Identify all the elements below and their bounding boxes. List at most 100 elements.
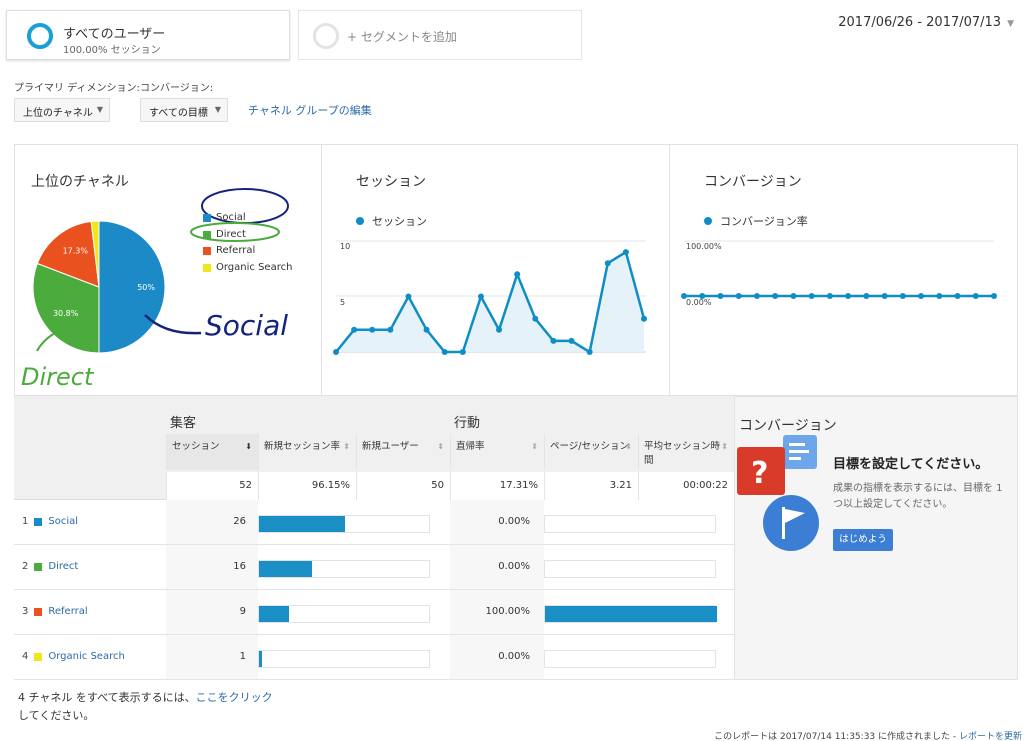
col-new-users[interactable]: 新規ユーザー ⬍ [356, 434, 450, 470]
sessions-chart: 10 5 [333, 240, 647, 355]
group-acquisition: 集客 [170, 416, 197, 431]
conversion-point[interactable] [972, 293, 979, 299]
legend-social[interactable]: Social [203, 212, 246, 223]
col-avg-session-time[interactable]: 平均セッション時間 ⬍ [638, 434, 734, 470]
sort-icon: ⬍ [625, 442, 632, 451]
conversion-label: コンバージョン: [140, 83, 214, 94]
conversion-point[interactable] [772, 293, 779, 299]
channel-swatch [34, 562, 43, 571]
col-bounce-rate[interactable]: 直帰率 ⬍ [450, 434, 544, 470]
goal-illustration-icon: ? [737, 435, 819, 551]
conversion-point[interactable] [881, 293, 888, 299]
row-number: 2 [22, 561, 29, 572]
bounce-bar [544, 605, 717, 623]
conversion-point[interactable] [681, 293, 687, 299]
pie-slice-label: 30.8% [53, 309, 79, 318]
sessions-point[interactable] [586, 349, 593, 355]
bar-fill [259, 561, 312, 577]
report-note-text: このレポートは 2017/07/14 11:35:33 に作成されました - [714, 732, 959, 741]
sessions-point[interactable] [514, 271, 521, 278]
sessions-point[interactable] [423, 326, 430, 333]
start-button[interactable]: はじめよう [833, 529, 893, 551]
conversion-point[interactable] [753, 293, 760, 299]
sessions-point[interactable] [333, 349, 339, 355]
channel-table: 集客 行動 セッション ⬇ 新規セッション率 ⬍ 新規ユーザー ⬍ 直帰率 ⬍ ページ/… [14, 396, 734, 680]
conversion-point[interactable] [899, 293, 906, 299]
legend-organic[interactable]: Organic Search [203, 262, 292, 273]
sessions-point[interactable] [351, 326, 358, 333]
caret-down-icon: ▼ [1007, 19, 1014, 29]
sort-icon: ⬍ [343, 442, 350, 451]
pie-slice-social[interactable] [98, 220, 166, 354]
channel-link[interactable]: Organic Search [48, 651, 124, 662]
sessions-point[interactable] [441, 349, 448, 355]
conversion-point[interactable] [790, 293, 797, 299]
primary-dimension-dropdown[interactable]: 上位のチャネル ▼ [14, 98, 110, 122]
conversion-point[interactable] [699, 293, 706, 299]
pie-slice-label: 17.3% [63, 247, 89, 256]
sessions-cell: 1 [239, 651, 246, 662]
conversion-point[interactable] [826, 293, 833, 299]
y-tick-label: 0.00% [686, 298, 712, 307]
bar-fill [545, 606, 717, 622]
add-segment-button[interactable]: + セグメントを追加 [298, 10, 582, 60]
sessions-point[interactable] [387, 326, 394, 333]
col-sessions[interactable]: セッション ⬇ [166, 434, 258, 470]
channel-link[interactable]: Referral [48, 606, 87, 617]
conversion-point[interactable] [991, 293, 997, 299]
conversion-point[interactable] [808, 293, 815, 299]
bar-fill [259, 606, 289, 622]
sessions-point[interactable] [622, 249, 629, 256]
sessions-point[interactable] [550, 337, 557, 344]
row-number: 3 [22, 606, 29, 617]
col-label: セッション [172, 441, 220, 452]
total-new-users: 50 [356, 472, 450, 500]
date-range-picker[interactable]: 2017/06/26 - 2017/07/13 ▼ [834, 13, 1018, 32]
legend-referral[interactable]: Referral [203, 245, 255, 256]
sort-icon: ⬍ [437, 442, 444, 451]
sessions-point[interactable] [568, 337, 575, 344]
channel-swatch [34, 652, 43, 661]
conversion-point[interactable] [845, 293, 852, 299]
goal-text: 成果の指標を表示するには、目標を 1 つ以上設定してください。 [833, 483, 1003, 510]
table-row: 4 Organic Search 1 0.00% [14, 635, 734, 680]
segment-ring-icon [27, 23, 53, 49]
conversion-point[interactable] [735, 293, 742, 299]
bounce-bar [544, 650, 716, 668]
channel-name-cell: 4 Organic Search [22, 651, 125, 662]
annotation-direct: Direct [21, 363, 94, 391]
sessions-point[interactable] [369, 326, 376, 333]
conversion-point[interactable] [936, 293, 943, 299]
edit-channel-group-link[interactable]: チャネル グループの編集 [248, 102, 372, 118]
sessions-point[interactable] [477, 293, 484, 300]
col-new-session-rate[interactable]: 新規セッション率 ⬍ [258, 434, 356, 470]
conversion-point[interactable] [918, 293, 925, 299]
report-note: このレポートは 2017/07/14 11:35:33 に作成されました - レ… [714, 729, 1022, 741]
sessions-point[interactable] [405, 293, 412, 300]
show-all-link[interactable]: ここをクリック [196, 691, 273, 704]
conversion-point[interactable] [863, 293, 870, 299]
table-row: 1 Social 26 0.00% [14, 500, 734, 545]
segment-all-users[interactable]: すべてのユーザー 100.00% セッション [6, 10, 290, 60]
conversion-point[interactable] [954, 293, 961, 299]
sessions-point[interactable] [496, 326, 503, 333]
date-range-text: 2017/06/26 - 2017/07/13 [838, 15, 1002, 30]
legend-label: Organic Search [216, 262, 293, 273]
group-behavior: 行動 [454, 416, 481, 431]
sessions-point[interactable] [532, 315, 539, 322]
legend-direct[interactable]: Direct [203, 229, 246, 240]
conversion-dropdown[interactable]: すべての目標 ▼ [140, 98, 228, 122]
refresh-report-link[interactable]: レポートを更新 [959, 732, 1022, 741]
conversion-point[interactable] [717, 293, 724, 299]
channel-link[interactable]: Direct [48, 561, 78, 572]
sessions-point[interactable] [604, 260, 611, 267]
legend-label: Social [216, 212, 246, 223]
sessions-point[interactable] [641, 315, 647, 322]
sessions-point[interactable] [459, 349, 466, 355]
bar-fill [259, 516, 345, 532]
col-pages-per-session[interactable]: ページ/セッション ⬍ [544, 434, 638, 470]
channel-swatch [34, 607, 43, 616]
bounce-cell: 0.00% [498, 651, 530, 662]
channel-link[interactable]: Social [48, 516, 78, 527]
footer-note: 4 チャネル をすべて表示するには、ここをクリック してください。 [18, 689, 273, 725]
